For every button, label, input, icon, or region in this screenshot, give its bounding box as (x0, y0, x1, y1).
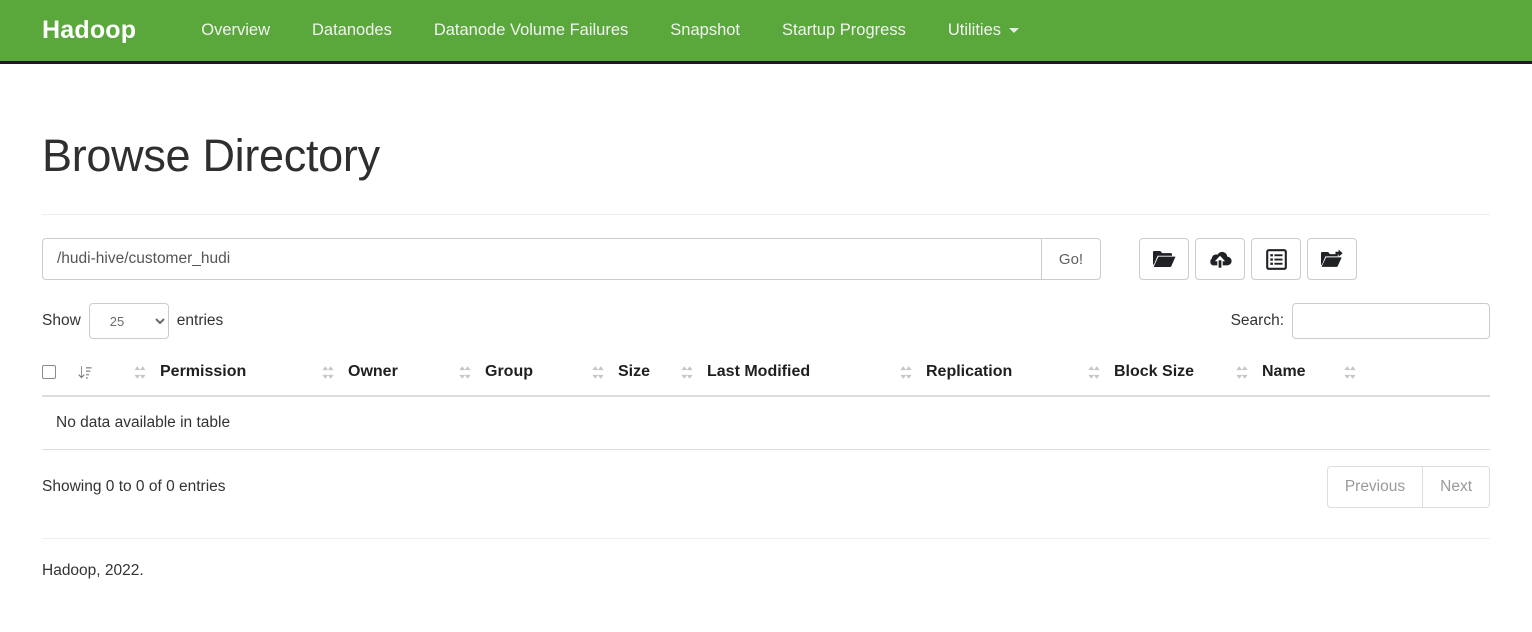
column-header-select-all[interactable] (42, 353, 134, 398)
path-input-group: Go! (42, 238, 1101, 281)
sort-icon (681, 365, 693, 380)
nav-item-overview[interactable]: Overview (180, 21, 291, 40)
sort-amount-desc-icon (78, 365, 92, 380)
column-header-group[interactable]: Group (459, 353, 592, 398)
empty-table-message: No data available in table (42, 396, 1490, 451)
entries-label: entries (176, 312, 224, 330)
table-row-empty: No data available in table (42, 396, 1490, 451)
column-header-block-size[interactable]: Block Size (1088, 353, 1236, 398)
files-table: Permission Owner Group Size Last Modifie… (42, 353, 1490, 451)
table-controls: Show 25 50 100 entries Search: (42, 303, 1490, 340)
column-label: Block Size (1114, 363, 1195, 381)
list-alt-icon (1265, 248, 1287, 270)
nav-label: Datanode Volume Failures (433, 21, 629, 39)
column-header-size[interactable]: Size (592, 353, 681, 398)
directory-path-input[interactable] (42, 238, 1041, 281)
main-container: Browse Directory Go! (0, 132, 1532, 580)
directory-tool-buttons (1139, 238, 1357, 281)
column-header-last-modified[interactable]: Last Modified (681, 353, 900, 398)
nav-label: Utilities (947, 21, 1002, 39)
search-input[interactable] (1292, 303, 1490, 340)
column-label: Permission (160, 363, 247, 381)
nav-label: Startup Progress (782, 21, 906, 39)
nav-item-datanode-volume-failures[interactable]: Datanode Volume Failures (413, 21, 649, 40)
nav-item-startup-progress[interactable]: Startup Progress (761, 21, 927, 40)
page-length-select[interactable]: 25 50 100 (88, 303, 169, 340)
nav-label: Datanodes (312, 21, 392, 39)
table-info: Showing 0 to 0 of 0 entries (42, 478, 226, 496)
nav-item-datanodes[interactable]: Datanodes (291, 21, 413, 40)
go-button[interactable]: Go! (1041, 238, 1101, 281)
next-page-button[interactable]: Next (1422, 466, 1490, 509)
sort-icon (900, 365, 912, 380)
column-label: Replication (926, 363, 1013, 381)
column-label: Last Modified (707, 363, 811, 381)
upload-files-button[interactable] (1195, 238, 1245, 281)
nav-label: Overview (201, 21, 271, 39)
sort-icon (134, 365, 146, 380)
sort-icon (459, 365, 471, 380)
list-snapshots-button[interactable] (1251, 238, 1301, 281)
column-header-owner[interactable]: Owner (322, 353, 459, 398)
create-directory-button[interactable] (1139, 238, 1189, 281)
files-table-head: Permission Owner Group Size Last Modifie… (42, 353, 1490, 398)
page-length-control: Show 25 50 100 entries (42, 303, 224, 340)
nav-item-utilities[interactable]: Utilities (927, 21, 1040, 40)
column-label: Owner (348, 363, 398, 381)
cloud-upload-icon (1208, 249, 1232, 269)
table-footer: Showing 0 to 0 of 0 entries Previous Nex… (42, 466, 1490, 509)
sort-icon (1343, 365, 1356, 380)
folder-move-icon (1320, 249, 1344, 269)
select-all-checkbox[interactable] (42, 365, 56, 380)
brand-hadoop[interactable]: Hadoop (42, 16, 136, 45)
column-header-name[interactable]: Name (1236, 353, 1490, 398)
footer-divider (42, 538, 1490, 540)
sort-icon (322, 365, 334, 380)
folder-open-icon (1152, 249, 1176, 269)
chevron-down-icon (1009, 28, 1020, 33)
nav-links: Overview Datanodes Datanode Volume Failu… (180, 21, 1040, 40)
title-divider (42, 214, 1490, 216)
nav-label: Snapshot (670, 21, 741, 39)
cut-paste-button[interactable] (1307, 238, 1357, 281)
files-table-header-row: Permission Owner Group Size Last Modifie… (42, 353, 1490, 398)
column-header-replication[interactable]: Replication (900, 353, 1088, 398)
pagination: Previous Next (1326, 466, 1490, 509)
sort-icon (1236, 365, 1248, 380)
path-toolbar: Go! (42, 238, 1490, 281)
footer-copyright: Hadoop, 2022. (42, 562, 144, 580)
search-label: Search: (1230, 312, 1284, 330)
column-label: Group (485, 363, 533, 381)
page-title: Browse Directory (42, 130, 380, 181)
column-header-permission[interactable]: Permission (134, 353, 322, 398)
column-label: Name (1262, 363, 1306, 381)
previous-page-button[interactable]: Previous (1326, 466, 1423, 509)
show-label: Show (42, 312, 81, 330)
nav-item-snapshot[interactable]: Snapshot (649, 21, 761, 40)
top-navbar: Hadoop Overview Datanodes Datanode Volum… (0, 0, 1532, 64)
column-label: Size (618, 363, 651, 381)
sort-icon (592, 365, 604, 380)
search-control: Search: (1230, 303, 1490, 340)
files-table-body: No data available in table (42, 396, 1490, 451)
sort-icon (1088, 365, 1100, 380)
